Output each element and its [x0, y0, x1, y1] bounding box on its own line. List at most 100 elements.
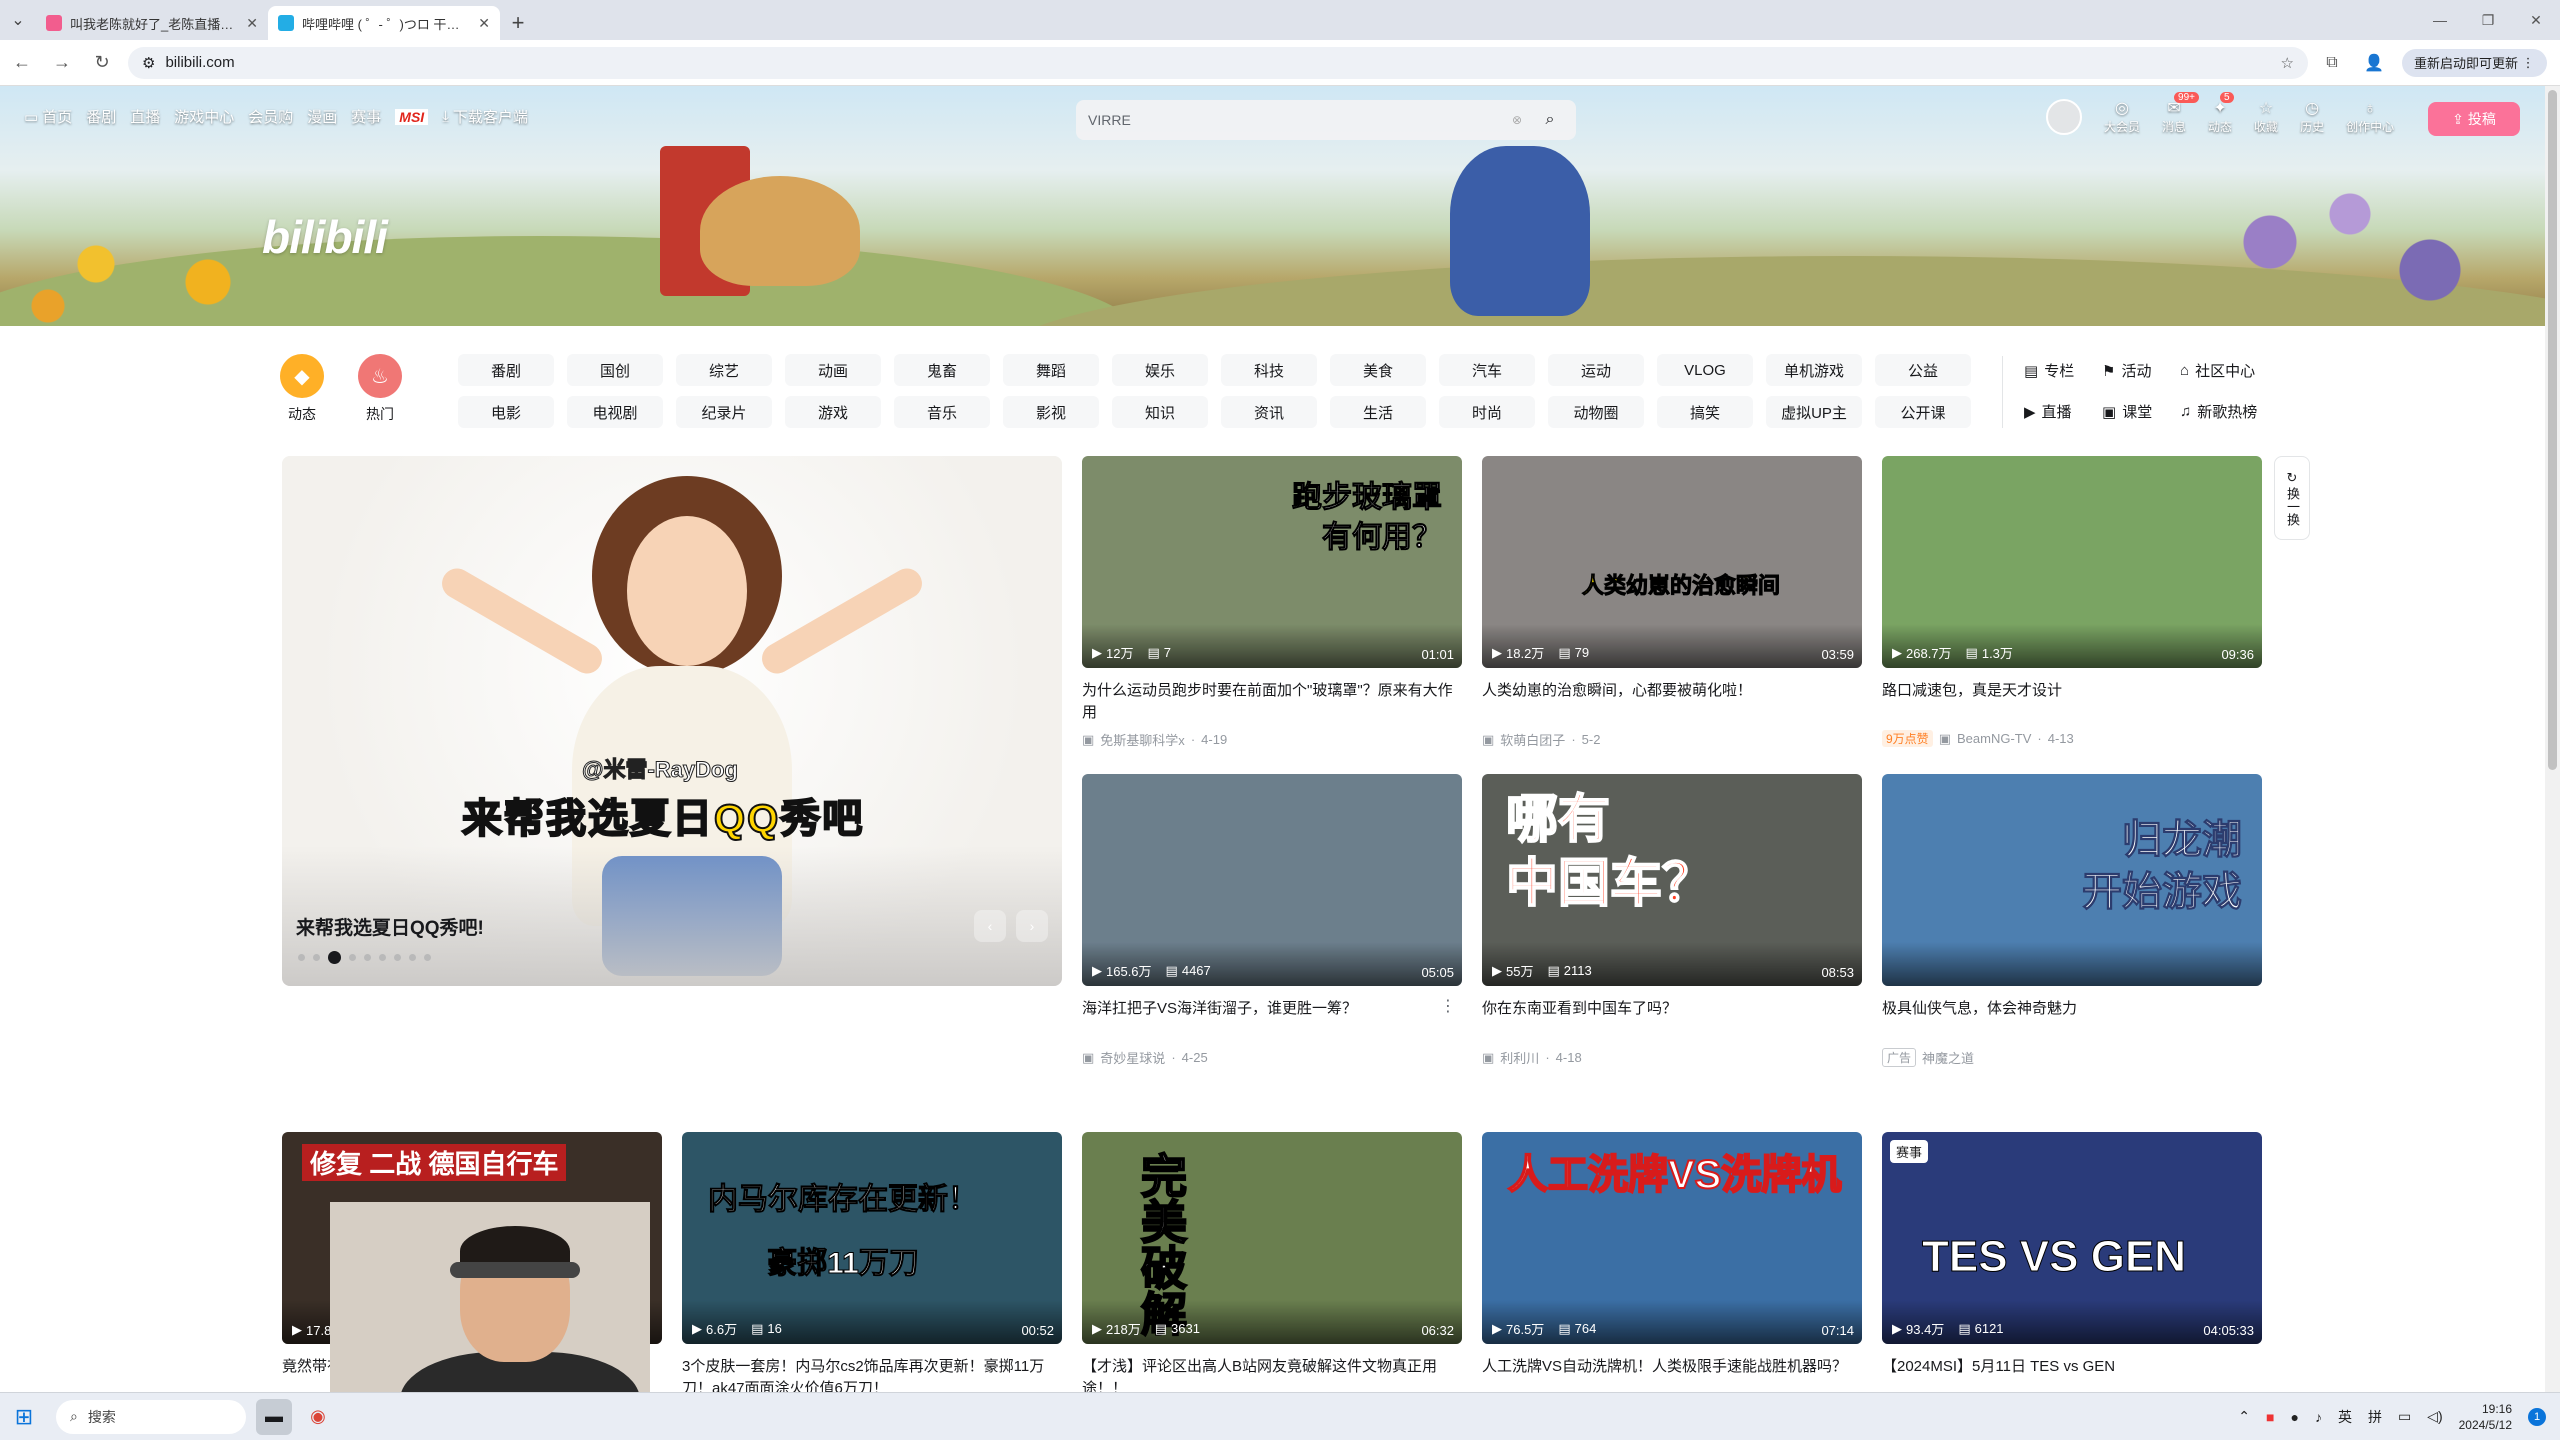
- video-thumbnail[interactable]: 内马尔库存在更新！ 豪掷11万刀 ▶ 6.6万 ▤ 16 00:52: [682, 1132, 1062, 1344]
- history-entry[interactable]: ◷ 历史: [2300, 98, 2324, 135]
- link-column[interactable]: ▤ 专栏: [2024, 360, 2102, 381]
- profile-icon[interactable]: 👤: [2356, 45, 2392, 81]
- channel-item[interactable]: 番剧: [458, 354, 554, 386]
- video-card[interactable]: ▶ 165.6万 ▤ 4467 05:05 海洋扛把子VS海洋街溜子，谁更胜一筹？ ▣ 奇妙星…: [1082, 774, 1462, 1067]
- channel-item[interactable]: 知识: [1112, 396, 1208, 428]
- nav-game-center[interactable]: 游戏中心: [174, 106, 234, 127]
- channel-item[interactable]: 搞笑: [1657, 396, 1753, 428]
- network-icon[interactable]: ▭: [2398, 1408, 2411, 1425]
- channel-item[interactable]: 电视剧: [567, 396, 663, 428]
- nav-live[interactable]: 直播: [130, 106, 160, 127]
- channel-item[interactable]: 生活: [1330, 396, 1426, 428]
- browser-tab-live[interactable]: 叫我老陈就好了_老陈直播间74… ✕: [36, 6, 268, 40]
- feature-carousel[interactable]: @米雷-RayDog 来帮我选夏日QQ秀吧 来帮我选夏日QQ秀吧! ‹ ›: [282, 456, 1062, 986]
- tray-chevron-icon[interactable]: ⌃: [2238, 1408, 2250, 1425]
- channel-item[interactable]: 公益: [1875, 354, 1971, 386]
- clear-search-icon[interactable]: ⊗: [1512, 113, 1522, 127]
- author-name[interactable]: 奇妙星球说: [1100, 1048, 1165, 1067]
- author-name[interactable]: 免斯基聊科学x: [1100, 730, 1185, 749]
- tab-list-chevron-icon[interactable]: ⌄: [0, 0, 36, 40]
- channel-item[interactable]: 资讯: [1221, 396, 1317, 428]
- carousel-dot[interactable]: [394, 954, 401, 961]
- extensions-icon[interactable]: ⧉: [2314, 45, 2350, 81]
- channel-item[interactable]: 公开课: [1875, 396, 1971, 428]
- volume-icon[interactable]: ◁): [2427, 1408, 2442, 1425]
- carousel-dot[interactable]: [364, 954, 371, 961]
- carousel-caption[interactable]: 来帮我选夏日QQ秀吧!: [296, 913, 484, 940]
- video-thumbnail[interactable]: 人工洗牌VS洗牌机 ▶ 76.5万 ▤ 764 07:14: [1482, 1132, 1862, 1344]
- channel-item[interactable]: 动画: [785, 354, 881, 386]
- author-name[interactable]: 软萌白团子: [1500, 730, 1565, 749]
- minimize-icon[interactable]: —: [2416, 0, 2464, 40]
- taskbar-search[interactable]: ⌕ 搜索: [56, 1399, 246, 1434]
- back-arrow-icon[interactable]: ←: [4, 45, 40, 81]
- ime-mode[interactable]: 拼: [2368, 1407, 2382, 1427]
- creator-center-entry[interactable]: ♁ 创作中心: [2346, 100, 2394, 135]
- video-thumbnail[interactable]: 哪有 中国车？ ▶ 55万 ▤ 2113 08:53: [1482, 774, 1862, 986]
- nav-bangumi[interactable]: 番剧: [86, 106, 116, 127]
- bookmark-star-icon[interactable]: ☆: [2281, 54, 2294, 72]
- channel-item[interactable]: 电影: [458, 396, 554, 428]
- video-thumbnail[interactable]: 归龙潮 开始游戏: [1882, 774, 2262, 986]
- nav-esports[interactable]: 赛事: [351, 106, 381, 127]
- video-card[interactable]: 内马尔库存在更新！ 豪掷11万刀 ▶ 6.6万 ▤ 16 00:52 3个皮肤一套房！内马尔…: [682, 1132, 1062, 1406]
- link-activity[interactable]: ⚑ 活动: [2102, 360, 2180, 381]
- more-options-icon[interactable]: ⋮: [1440, 996, 1456, 1016]
- video-card[interactable]: 人类幼崽的治愈瞬间 ▶ 18.2万 ▤ 79 03:59 人类幼崽的治愈瞬间，心都要被萌化啦…: [1482, 456, 1862, 749]
- video-card[interactable]: 完美破解 ▶ 218万 ▤ 3631 06:32 【才浅】评论区出高人B站网友竟破解这件文物…: [1082, 1132, 1462, 1406]
- channel-item[interactable]: 综艺: [676, 354, 772, 386]
- url-omnibox[interactable]: ⚙ bilibili.com ☆: [128, 46, 2308, 79]
- link-class[interactable]: ▣ 课堂: [2102, 401, 2180, 422]
- video-thumbnail[interactable]: ▶ 268.7万 ▤ 1.3万 09:36: [1882, 456, 2262, 668]
- link-music[interactable]: ♫ 新歌热榜: [2180, 401, 2284, 422]
- video-title[interactable]: 路口减速包，真是天才设计: [1882, 680, 2262, 724]
- channel-item[interactable]: 舞蹈: [1003, 354, 1099, 386]
- clock[interactable]: 19:16 2024/5/12: [2459, 1401, 2512, 1433]
- channel-item[interactable]: 音乐: [894, 396, 990, 428]
- channel-item[interactable]: 纪录片: [676, 396, 772, 428]
- channel-item[interactable]: 虚拟UP主: [1766, 396, 1862, 428]
- forward-arrow-icon[interactable]: →: [44, 45, 80, 81]
- video-title[interactable]: 你在东南亚看到中国车了吗？: [1482, 998, 1862, 1042]
- carousel-dot[interactable]: [409, 954, 416, 961]
- link-community[interactable]: ⌂ 社区中心: [2180, 360, 2284, 381]
- reload-icon[interactable]: ↻: [84, 45, 120, 81]
- windows-start-icon[interactable]: ⊞: [0, 1393, 48, 1441]
- carousel-prev-icon[interactable]: ‹: [974, 910, 1006, 942]
- microphone-icon[interactable]: ♪: [2315, 1409, 2322, 1425]
- browser-tab-home[interactable]: 哔哩哔哩 ( ゜- ゜)つロ 干杯~-bi… ✕: [268, 6, 500, 40]
- carousel-next-icon[interactable]: ›: [1016, 910, 1048, 942]
- video-card[interactable]: 人工洗牌VS洗牌机 ▶ 76.5万 ▤ 764 07:14 人工洗牌VS自动洗牌机！人类极限…: [1482, 1132, 1862, 1406]
- game-app-icon[interactable]: ▬: [256, 1398, 292, 1435]
- video-card[interactable]: 跑步玻璃罩 有何用？ ▶ 12万 ▤ 7 01:01 为什么运动员跑步时要在前面加个"玻璃罩…: [1082, 456, 1462, 749]
- video-thumbnail[interactable]: 赛事 TES VS GEN ▶ 93.4万 ▤ 6121 04:05:33: [1882, 1132, 2262, 1344]
- video-thumbnail[interactable]: ▶ 165.6万 ▤ 4467 05:05: [1082, 774, 1462, 986]
- video-card[interactable]: 哪有 中国车？ ▶ 55万 ▤ 2113 08:53 你在东南亚看到中国车了吗？ ▣ 利利川 · 4…: [1482, 774, 1862, 1067]
- author-name[interactable]: BeamNG-TV: [1957, 731, 2031, 746]
- channel-item[interactable]: 汽车: [1439, 354, 1535, 386]
- link-live[interactable]: ▶ 直播: [2024, 401, 2102, 422]
- channel-item[interactable]: 鬼畜: [894, 354, 990, 386]
- nav-download-client[interactable]: ⤓ 下载客户端: [442, 106, 528, 127]
- author-name[interactable]: 利利川: [1500, 1048, 1539, 1067]
- carousel-dot[interactable]: [328, 951, 341, 964]
- video-title[interactable]: 海洋扛把子VS海洋街溜子，谁更胜一筹？: [1082, 998, 1462, 1042]
- page-scrollbar[interactable]: [2545, 86, 2560, 1392]
- channel-item[interactable]: 国创: [567, 354, 663, 386]
- video-card[interactable]: ▶ 268.7万 ▤ 1.3万 09:36 路口减速包，真是天才设计 9万点赞 ▣ BeamNG…: [1882, 456, 2262, 747]
- nav-mall[interactable]: 会员购: [248, 106, 293, 127]
- bilibili-logo[interactable]: bilibili: [262, 210, 388, 264]
- search-icon[interactable]: ⌕: [1536, 106, 1564, 134]
- channel-hot[interactable]: ♨ 热门: [358, 354, 402, 424]
- close-tab-icon[interactable]: ✕: [478, 15, 490, 32]
- video-thumbnail[interactable]: 跑步玻璃罩 有何用？ ▶ 12万 ▤ 7 01:01: [1082, 456, 1462, 668]
- channel-item[interactable]: VLOG: [1657, 354, 1753, 386]
- author-name[interactable]: 神魔之道: [1922, 1048, 1974, 1067]
- avatar[interactable]: [2046, 99, 2082, 135]
- channel-item[interactable]: 影视: [1003, 396, 1099, 428]
- tray-app-icon[interactable]: ●: [2290, 1409, 2298, 1425]
- video-thumbnail[interactable]: 人类幼崽的治愈瞬间 ▶ 18.2万 ▤ 79 03:59: [1482, 456, 1862, 668]
- refresh-feed-button[interactable]: ↻ 换一换: [2274, 456, 2310, 540]
- channel-item[interactable]: 时尚: [1439, 396, 1535, 428]
- carousel-dot[interactable]: [298, 954, 305, 961]
